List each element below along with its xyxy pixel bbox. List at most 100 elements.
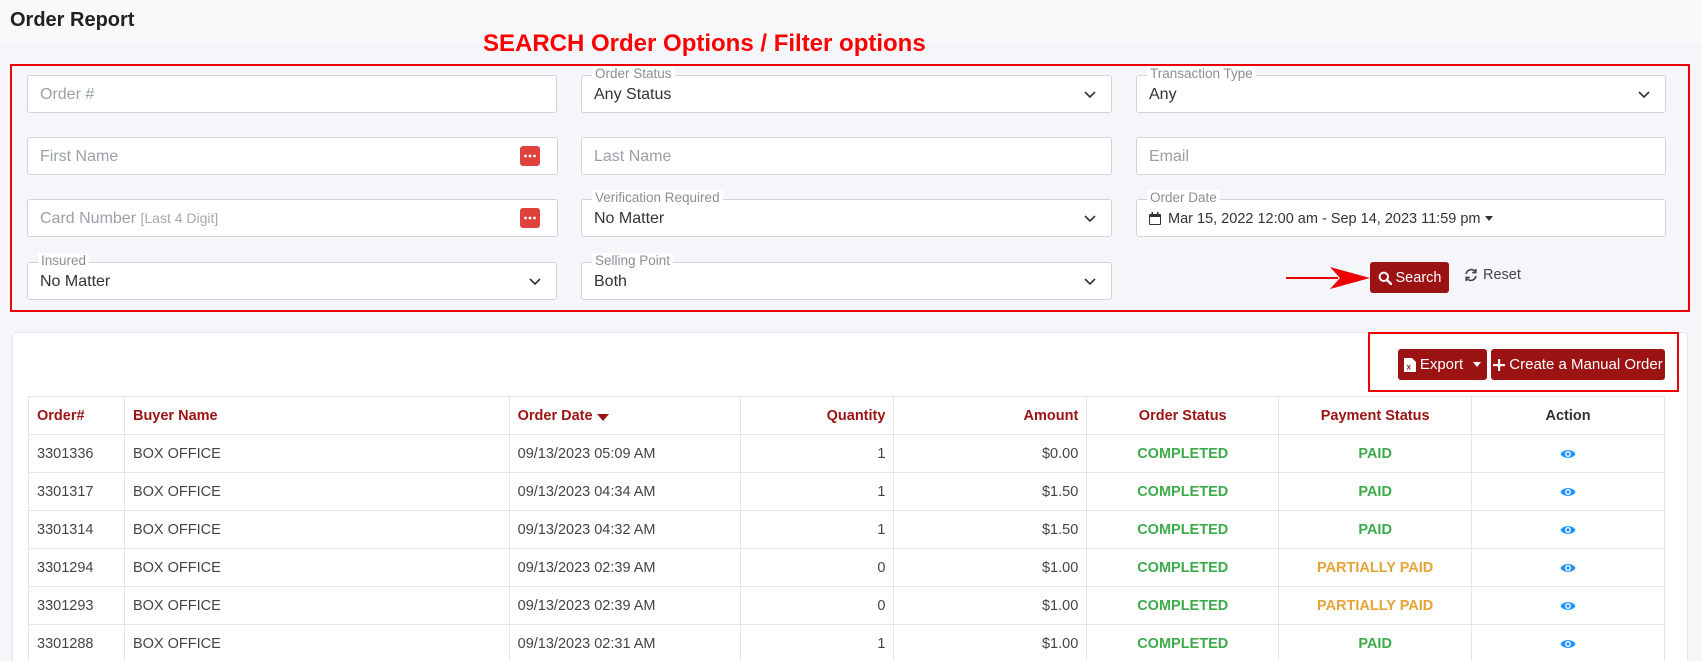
order-date-value: Mar 15, 2022 12:00 am - Sep 14, 2023 11:… <box>1168 211 1493 227</box>
column-header-buyer-name[interactable]: Buyer Name <box>123 396 510 435</box>
calendar-icon <box>1149 212 1161 225</box>
insured-value: No Matter <box>40 273 111 290</box>
action-cell <box>1471 586 1665 625</box>
password-manager-icon[interactable] <box>520 146 540 166</box>
email-input[interactable]: Email <box>1136 137 1666 175</box>
verification-required-select[interactable]: Verification Required No Matter <box>581 190 1112 237</box>
svg-text:x: x <box>1406 362 1411 371</box>
first-name-input[interactable]: First Name <box>27 137 558 175</box>
payment-status-cell: PAID <box>1278 510 1473 549</box>
orders-table: Order# Buyer Name Order Date Quantity Am… <box>28 396 1665 661</box>
plus-icon <box>1493 358 1506 371</box>
eye-icon[interactable] <box>1560 562 1576 574</box>
column-header-order-date[interactable]: Order Date <box>508 396 741 435</box>
column-header-order[interactable]: Order# <box>28 396 125 435</box>
table-row[interactable]: 3301336 BOX OFFICE 09/13/2023 05:09 AM 1 $0.… <box>28 434 1665 473</box>
table-row[interactable]: 3301317 BOX OFFICE 09/13/2023 04:34 AM 1 $1.… <box>28 472 1665 511</box>
order-date-cell: 09/13/2023 04:32 AM <box>508 510 741 549</box>
payment-status-cell: PAID <box>1278 434 1473 473</box>
order-number-cell: 3301293 <box>28 586 125 625</box>
column-header-amount[interactable]: Amount <box>893 396 1088 435</box>
reset-button-label: Reset <box>1483 267 1521 283</box>
amount-cell: $1.50 <box>893 510 1088 549</box>
chevron-down-icon <box>1638 91 1650 99</box>
action-cell <box>1471 434 1665 473</box>
transaction-type-value: Any <box>1149 86 1177 103</box>
order-status-cell: COMPLETED <box>1086 586 1280 625</box>
first-name-placeholder: First Name <box>40 148 119 165</box>
payment-status-cell: PARTIALLY PAID <box>1278 548 1473 587</box>
card-number-hint: [Last 4 Digit] <box>140 210 219 226</box>
last-name-input[interactable]: Last Name <box>581 137 1112 175</box>
eye-icon[interactable] <box>1560 638 1576 650</box>
buyer-name-cell: BOX OFFICE <box>123 434 510 473</box>
table-row[interactable]: 3301293 BOX OFFICE 09/13/2023 02:39 AM 0 $1.… <box>28 586 1665 625</box>
order-status-cell: COMPLETED <box>1086 434 1280 473</box>
eye-icon[interactable] <box>1560 486 1576 498</box>
column-header-order-date-label: Order Date <box>517 407 593 424</box>
reset-button[interactable]: Reset <box>1464 267 1521 283</box>
order-status-value: Any Status <box>594 86 672 103</box>
chevron-down-icon <box>529 278 541 286</box>
amount-cell: $1.00 <box>893 624 1088 661</box>
export-button-label: Export <box>1419 356 1464 373</box>
selling-point-select[interactable]: Selling Point Both <box>581 253 1112 300</box>
order-status-select[interactable]: Order Status Any Status <box>581 66 1112 113</box>
email-placeholder: Email <box>1149 148 1190 165</box>
search-button[interactable]: Search <box>1370 262 1449 293</box>
table-row[interactable]: 3301314 BOX OFFICE 09/13/2023 04:32 AM 1 $1.… <box>28 510 1665 549</box>
order-number-input[interactable]: Order # <box>27 75 557 113</box>
eye-icon[interactable] <box>1560 448 1576 460</box>
column-header-payment-status[interactable]: Payment Status <box>1278 396 1473 435</box>
annotation-label: SEARCH Order Options / Filter options <box>483 30 926 57</box>
table-row[interactable]: 3301288 BOX OFFICE 09/13/2023 02:31 AM 1 $1.… <box>28 624 1665 661</box>
amount-cell: $0.00 <box>893 434 1088 473</box>
verification-required-value: No Matter <box>594 210 665 227</box>
order-date-cell: 09/13/2023 04:34 AM <box>508 472 741 511</box>
search-icon <box>1378 271 1392 285</box>
action-cell <box>1471 510 1665 549</box>
order-date-cell: 09/13/2023 02:31 AM <box>508 624 741 661</box>
export-button[interactable]: x Export <box>1398 349 1487 380</box>
order-date-cell: 09/13/2023 05:09 AM <box>508 434 741 473</box>
annotation-arrow-icon <box>1286 267 1370 289</box>
insured-label: Insured <box>38 253 90 269</box>
table-row[interactable]: 3301294 BOX OFFICE 09/13/2023 02:39 AM 0 $1.… <box>28 548 1665 587</box>
insured-select[interactable]: Insured No Matter <box>27 253 557 300</box>
column-header-order-status[interactable]: Order Status <box>1086 396 1280 435</box>
transaction-type-label: Transaction Type <box>1147 66 1256 82</box>
payment-status-cell: PAID <box>1278 472 1473 511</box>
order-status-cell: COMPLETED <box>1086 624 1280 661</box>
quantity-cell: 1 <box>739 624 895 661</box>
last-name-placeholder: Last Name <box>594 148 672 165</box>
refresh-icon <box>1465 268 1477 282</box>
chevron-down-icon <box>1084 278 1096 286</box>
quantity-cell: 1 <box>739 472 895 511</box>
order-status-cell: COMPLETED <box>1086 510 1280 549</box>
order-date-range-picker[interactable]: Order Date Mar 15, 2022 12:00 am - Sep 1… <box>1136 190 1666 237</box>
order-number-cell: 3301317 <box>28 472 125 511</box>
chevron-down-icon <box>1084 91 1096 99</box>
buyer-name-cell: BOX OFFICE <box>123 624 510 661</box>
buyer-name-cell: BOX OFFICE <box>123 510 510 549</box>
payment-status-cell: PARTIALLY PAID <box>1278 586 1473 625</box>
order-status-cell: COMPLETED <box>1086 548 1280 587</box>
buyer-name-cell: BOX OFFICE <box>123 586 510 625</box>
caret-down-icon <box>1473 362 1482 367</box>
card-number-input[interactable]: Card Number [Last 4 Digit] <box>27 199 558 237</box>
create-manual-order-label: Create a Manual Order <box>1509 356 1663 373</box>
quantity-cell: 1 <box>739 434 895 473</box>
password-manager-icon[interactable] <box>520 208 540 228</box>
create-manual-order-button[interactable]: Create a Manual Order <box>1491 349 1665 380</box>
amount-cell: $1.00 <box>893 548 1088 587</box>
order-number-cell: 3301336 <box>28 434 125 473</box>
transaction-type-select[interactable]: Transaction Type Any <box>1136 66 1666 113</box>
chevron-down-icon <box>1084 215 1096 223</box>
eye-icon[interactable] <box>1560 524 1576 536</box>
amount-cell: $1.00 <box>893 586 1088 625</box>
column-header-quantity[interactable]: Quantity <box>739 396 895 435</box>
order-status-label: Order Status <box>592 66 675 82</box>
eye-icon[interactable] <box>1560 600 1576 612</box>
payment-status-cell: PAID <box>1278 624 1473 661</box>
amount-cell: $1.50 <box>893 472 1088 511</box>
